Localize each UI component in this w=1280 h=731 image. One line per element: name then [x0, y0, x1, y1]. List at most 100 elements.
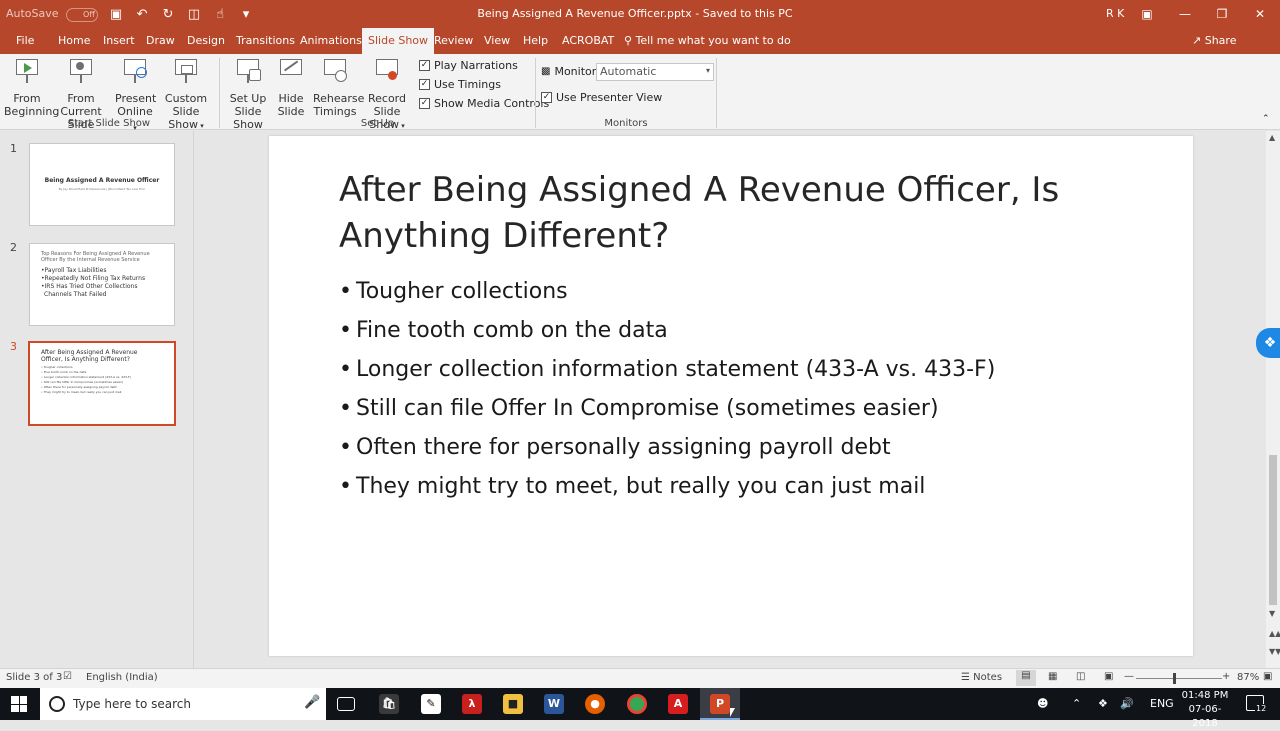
ribbon: From Beginning From Current Slide Presen…: [0, 54, 1280, 132]
notes-button[interactable]: ☰ Notes: [961, 672, 1002, 683]
slide-bullet: Tougher collections: [339, 272, 1159, 311]
share-button[interactable]: ↗ Share: [1192, 28, 1236, 54]
tell-me-label: Tell me what you want to do: [635, 34, 791, 47]
thumbnail-title: After Being Assigned A Revenue Officer, …: [41, 349, 138, 363]
windows-start-icon[interactable]: [11, 696, 27, 712]
tab-view[interactable]: View: [484, 28, 510, 54]
tab-transitions[interactable]: Transitions: [236, 28, 295, 54]
zoom-in-icon[interactable]: +: [1222, 671, 1230, 682]
group-label-monitors: Monitors: [604, 118, 648, 129]
from-beginning-button[interactable]: From Beginning: [4, 57, 59, 118]
taskbar-search-box[interactable]: Type here to search 🎤: [40, 688, 326, 720]
hide-slide-button[interactable]: Hide Slide: [276, 57, 306, 118]
zoom-slider[interactable]: [1136, 673, 1222, 684]
thumbnail-title: Being Assigned A Revenue Officer: [44, 177, 160, 184]
next-slide-icon[interactable]: ▼▼: [1269, 647, 1280, 656]
slide-bullet: They might try to meet, but really you c…: [339, 467, 1159, 506]
normal-view-icon[interactable]: ▤: [1016, 670, 1036, 686]
dropbox-tray-icon[interactable]: ❖: [1098, 688, 1108, 720]
scrollbar-thumb[interactable]: [1269, 455, 1277, 605]
user-account[interactable]: R K: [1106, 7, 1124, 20]
tab-insert[interactable]: Insert: [103, 28, 135, 54]
ribbon-tabs: File Home Insert Draw Design Transitions…: [0, 28, 1280, 54]
tab-home[interactable]: Home: [58, 28, 90, 54]
slide-sorter-icon[interactable]: ▦: [1048, 671, 1057, 682]
dropbox-icon[interactable]: ❖: [1256, 328, 1280, 358]
vertical-scrollbar[interactable]: ▲ ▼ ▲▲ ▼▼: [1266, 131, 1280, 668]
thumbnail-lines: • Tougher collections • Fine tooth comb …: [41, 365, 166, 395]
slide-editing-area: After Being Assigned A Revenue Officer, …: [194, 131, 1266, 668]
windows-taskbar: Type here to search 🎤 🛍 ✎ λ ■ W ● A P ☻ …: [0, 688, 1280, 729]
store-icon[interactable]: 🛍: [379, 694, 399, 714]
slide-bullet: Often there for personally assigning pay…: [339, 428, 1159, 467]
close-icon[interactable]: ✕: [1250, 4, 1270, 24]
word-icon[interactable]: W: [544, 694, 564, 714]
people-icon[interactable]: ☻: [1037, 688, 1048, 720]
show-media-controls-checkbox[interactable]: ✓ Show Media Controls: [419, 97, 549, 110]
slide-thumbnail-1[interactable]: Being Assigned A Revenue Officer By Jay …: [29, 143, 175, 226]
slide-thumbnail-2[interactable]: Top Reasons For Being Assigned A Revenue…: [29, 243, 175, 326]
document-title: Being Assigned A Revenue Officer.pptx - …: [477, 7, 793, 20]
monitor-icon: ▩: [541, 66, 551, 77]
tab-draw[interactable]: Draw: [146, 28, 175, 54]
show-hidden-icons-icon[interactable]: ⌃: [1072, 688, 1081, 720]
chrome-icon[interactable]: [627, 694, 647, 714]
thumbnail-line: •Payroll Tax Liabilities: [41, 267, 107, 274]
scroll-down-icon[interactable]: ▼: [1269, 609, 1275, 618]
tell-me-search[interactable]: ⚲ Tell me what you want to do: [624, 28, 791, 54]
ribbon-display-options-icon[interactable]: ▣: [1137, 4, 1157, 24]
use-timings-label: Use Timings: [434, 78, 501, 91]
file-explorer-icon[interactable]: ■: [503, 694, 523, 714]
tab-help[interactable]: Help: [523, 28, 548, 54]
use-presenter-view-checkbox[interactable]: ✓ Use Presenter View: [541, 91, 662, 104]
zoom-slider-thumb[interactable]: [1173, 673, 1176, 684]
collapse-ribbon-icon[interactable]: ⌃: [1262, 114, 1270, 124]
slide-bullet: Still can file Offer In Compromise (some…: [339, 389, 1159, 428]
firefox-icon[interactable]: ●: [585, 694, 605, 714]
tab-slide-show[interactable]: Slide Show: [362, 28, 435, 54]
microphone-icon[interactable]: 🎤: [304, 695, 320, 710]
set-up-slide-show-icon: [235, 57, 261, 89]
play-narrations-checkbox[interactable]: ✓ Play Narrations: [419, 59, 518, 72]
monitor-select[interactable]: Automatic ▾: [596, 63, 714, 81]
tab-design[interactable]: Design: [187, 28, 225, 54]
spelling-check-icon[interactable]: ☑: [63, 671, 72, 682]
volume-icon[interactable]: 🔊: [1120, 688, 1134, 720]
maximize-icon[interactable]: ❐: [1212, 4, 1232, 24]
previous-slide-icon[interactable]: ▲▲: [1269, 629, 1280, 638]
notes-label: Notes: [973, 672, 1003, 683]
slide-bullet-list[interactable]: Tougher collections Fine tooth comb on t…: [339, 272, 1159, 506]
slide-bullet: Longer collection information statement …: [339, 350, 1159, 389]
adobe-reader-icon[interactable]: λ: [462, 694, 482, 714]
present-online-icon: [122, 57, 148, 89]
tab-acrobat[interactable]: ACROBAT: [562, 28, 614, 54]
fit-slide-icon[interactable]: ▣: [1263, 671, 1272, 682]
from-current-slide-icon: [68, 57, 94, 89]
thumbnail-line: •IRS Has Tried Other Collections: [41, 283, 138, 290]
status-bar: Slide 3 of 3 ☑ English (India) ☰ Notes ▤…: [0, 668, 1280, 688]
zoom-level[interactable]: 87%: [1237, 672, 1259, 683]
slide-show-view-icon[interactable]: ▣: [1104, 671, 1113, 682]
tab-animations[interactable]: Animations: [300, 28, 362, 54]
use-timings-checkbox[interactable]: ✓ Use Timings: [419, 78, 501, 91]
language-status[interactable]: English (India): [86, 672, 158, 683]
tab-review[interactable]: Review: [434, 28, 473, 54]
slide-title[interactable]: After Being Assigned A Revenue Officer, …: [339, 167, 1139, 259]
acrobat-icon[interactable]: A: [668, 694, 688, 714]
rehearse-timings-button[interactable]: Rehearse Timings: [313, 57, 364, 118]
tab-file[interactable]: File: [16, 28, 34, 54]
play-narrations-label: Play Narrations: [434, 59, 518, 72]
slide[interactable]: After Being Assigned A Revenue Officer, …: [269, 136, 1193, 656]
sticky-notes-icon[interactable]: ✎: [421, 694, 441, 714]
task-view-icon[interactable]: [337, 697, 355, 711]
slide-thumbnail-3[interactable]: After Being Assigned A Revenue Officer, …: [28, 341, 176, 426]
reading-view-icon[interactable]: ◫: [1076, 671, 1085, 682]
monitor-label-row: ▩ Monitor:: [541, 65, 600, 78]
language-indicator[interactable]: ENG: [1150, 688, 1174, 720]
zoom-out-icon[interactable]: —: [1124, 671, 1134, 682]
scroll-up-icon[interactable]: ▲: [1269, 133, 1275, 142]
checkmark-icon: ✓: [419, 79, 430, 90]
clock[interactable]: 01:48 PM 07-06-2018: [1179, 689, 1231, 731]
hide-slide-label: Hide Slide: [277, 92, 305, 118]
minimize-icon[interactable]: —: [1175, 4, 1195, 24]
